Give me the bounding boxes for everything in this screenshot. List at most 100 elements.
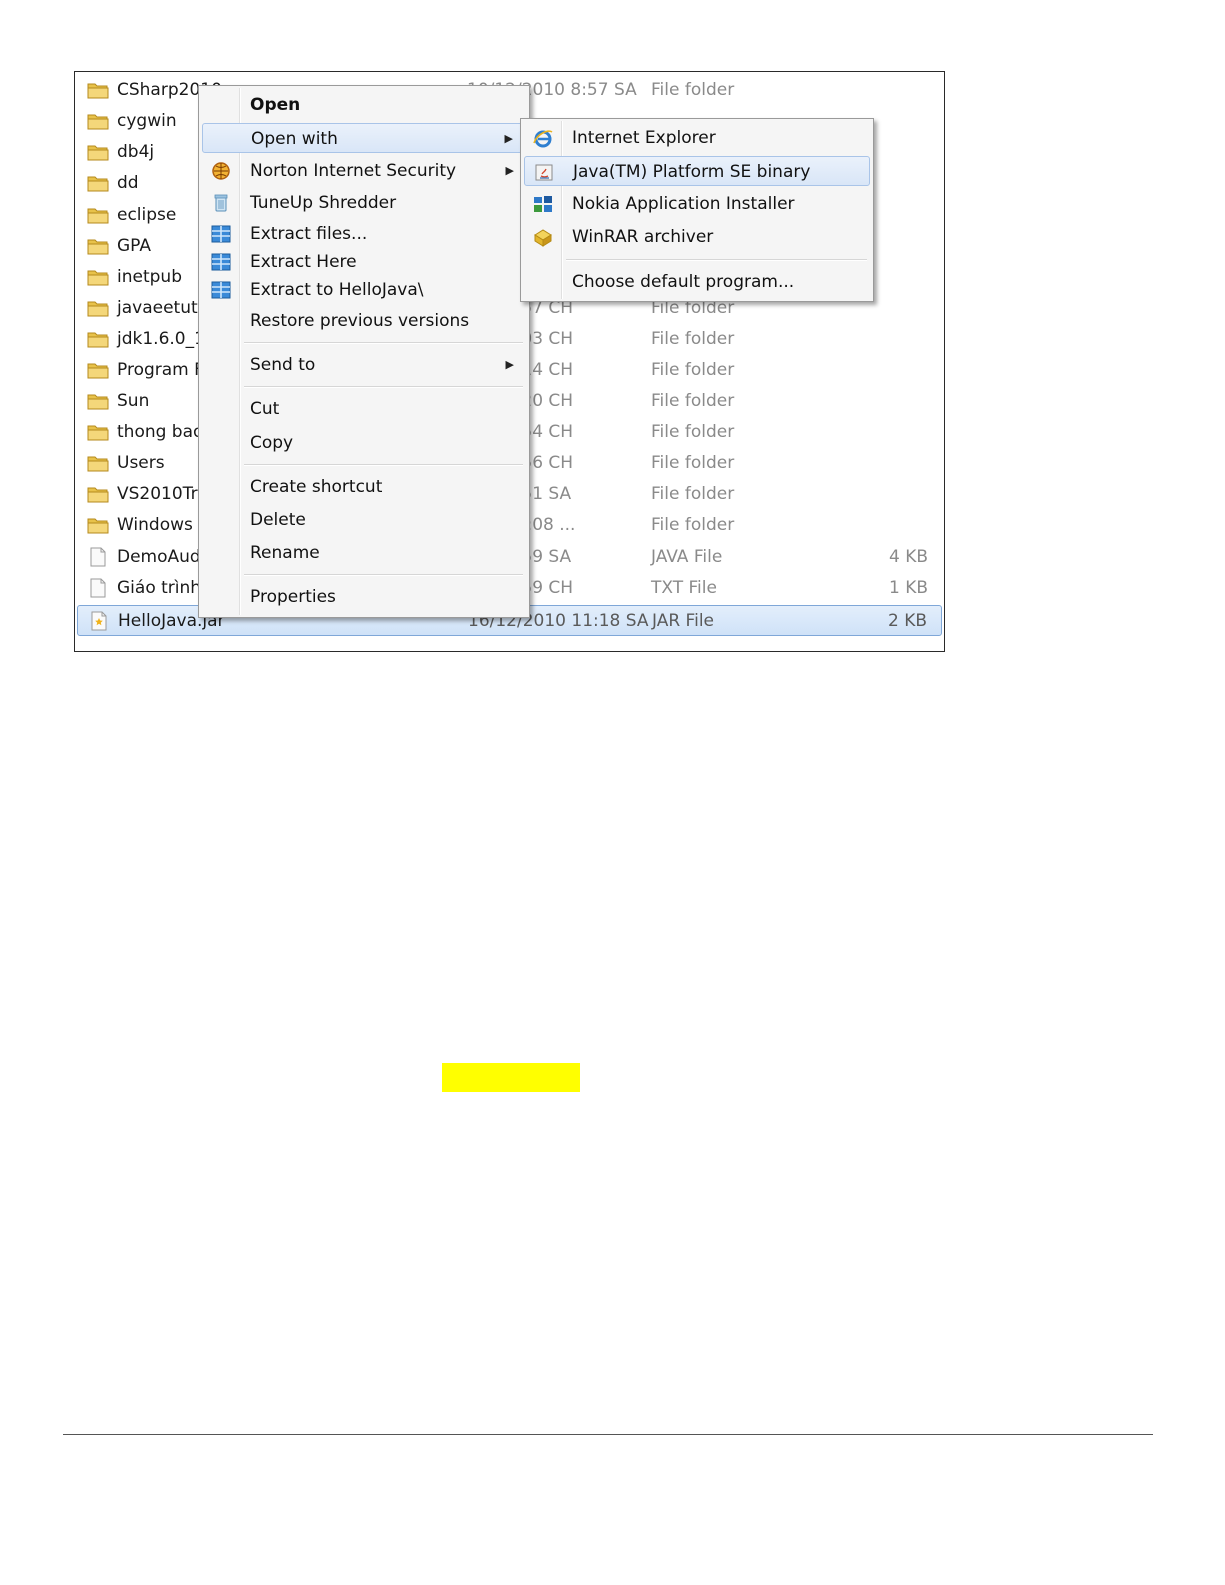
file-type: File folder	[651, 453, 735, 473]
submenu-item-winrar[interactable]: WinRAR archiver	[524, 222, 870, 252]
highlight-mark	[442, 1063, 580, 1092]
menu-item-label: Choose default program...	[572, 272, 795, 292]
file-size: 2 KB	[887, 611, 927, 631]
menu-item-create-shortcut[interactable]: Create shortcut	[202, 472, 526, 502]
menu-item-label: Java(TM) Platform SE binary	[573, 162, 811, 182]
file-type: File folder	[651, 329, 735, 349]
folder-icon	[87, 142, 109, 162]
menu-item-label: Open	[250, 95, 301, 115]
menu-item-label: Delete	[250, 510, 306, 530]
menu-item-label: WinRAR archiver	[572, 227, 714, 247]
file-name: javaeetuto	[117, 298, 209, 318]
winrar-icon	[532, 227, 554, 247]
file-name: dd	[117, 173, 139, 193]
menu-item-label: Cut	[250, 399, 280, 419]
folder-icon	[87, 484, 109, 504]
folder-icon	[87, 236, 109, 256]
menu-item-extract-to[interactable]: Extract to HelloJava\	[202, 275, 526, 305]
submenu-arrow-icon: ▶	[505, 164, 514, 177]
menu-item-restore-previous-versions[interactable]: Restore previous versions	[202, 306, 526, 336]
file-name: Sun	[117, 391, 150, 411]
submenu-item-nokia-installer[interactable]: Nokia Application Installer	[524, 189, 870, 219]
menu-item-label: Norton Internet Security	[250, 161, 457, 181]
file-type: TXT File	[651, 578, 717, 598]
menu-item-label: Restore previous versions	[250, 311, 470, 331]
file-name: cygwin	[117, 111, 177, 131]
submenu-item-java-platform[interactable]: Java(TM) Platform SE binary	[524, 156, 870, 186]
footer-rule	[63, 1434, 1153, 1435]
menu-item-open[interactable]: Open	[202, 90, 526, 120]
folder-icon	[87, 360, 109, 380]
file-type: File folder	[651, 80, 735, 100]
file-name: DemoAudi	[117, 547, 206, 567]
menu-separator	[244, 464, 523, 466]
archive-icon	[210, 252, 232, 272]
file-name: db4j	[117, 142, 155, 162]
menu-separator	[566, 259, 867, 261]
folder-icon	[87, 453, 109, 473]
folder-icon	[87, 205, 109, 225]
menu-separator	[244, 342, 523, 344]
file-name: inetpub	[117, 267, 182, 287]
explorer-screenshot: CSharp2010 10/12/2010 8:57 SA File folder …	[74, 71, 945, 652]
java-icon	[533, 162, 555, 182]
norton-icon	[210, 161, 232, 181]
menu-item-label: Nokia Application Installer	[572, 194, 795, 214]
open-with-submenu: Internet Explorer Java(TM) Platform SE b…	[520, 118, 874, 302]
menu-item-extract-here[interactable]: Extract Here	[202, 247, 526, 277]
menu-item-label: Create shortcut	[250, 477, 383, 497]
menu-item-delete[interactable]: Delete	[202, 505, 526, 535]
file-name: Giáo trình	[117, 578, 202, 598]
file-type: File folder	[651, 391, 735, 411]
file-type: File folder	[651, 360, 735, 380]
shredder-icon	[210, 193, 232, 213]
folder-icon	[87, 173, 109, 193]
menu-item-label: Extract files...	[250, 224, 368, 244]
submenu-item-choose-default-program[interactable]: Choose default program...	[524, 267, 870, 297]
menu-separator	[244, 386, 523, 388]
menu-item-label: Extract to HelloJava\	[250, 280, 424, 300]
menu-item-label: Rename	[250, 543, 320, 563]
folder-icon	[87, 298, 109, 318]
menu-item-label: Properties	[250, 587, 336, 607]
folder-icon	[87, 267, 109, 287]
submenu-arrow-icon: ▶	[505, 358, 514, 371]
menu-item-copy[interactable]: Copy	[202, 428, 526, 458]
nokia-installer-icon	[532, 194, 554, 214]
menu-item-label: Internet Explorer	[572, 128, 716, 148]
submenu-item-internet-explorer[interactable]: Internet Explorer	[524, 123, 870, 153]
menu-item-label: Extract Here	[250, 252, 357, 272]
menu-item-open-with[interactable]: Open with ▶	[202, 123, 526, 153]
file-name: eclipse	[117, 205, 177, 225]
file-size: 1 KB	[888, 578, 928, 598]
file-icon	[87, 578, 109, 598]
menu-item-cut[interactable]: Cut	[202, 394, 526, 424]
file-name: thong bao	[117, 422, 204, 442]
menu-item-label: TuneUp Shredder	[250, 193, 397, 213]
menu-item-label: Open with	[251, 129, 338, 149]
folder-icon	[87, 80, 109, 100]
file-name: Windows	[117, 515, 193, 535]
folder-icon	[87, 422, 109, 442]
archive-icon	[210, 224, 232, 244]
file-type: JAVA File	[651, 547, 723, 567]
menu-item-rename[interactable]: Rename	[202, 538, 526, 568]
menu-item-extract-files[interactable]: Extract files...	[202, 219, 526, 249]
folder-icon	[87, 515, 109, 535]
file-type: File folder	[651, 484, 735, 504]
menu-item-properties[interactable]: Properties	[202, 582, 526, 612]
menu-item-send-to[interactable]: Send to ▶	[202, 350, 526, 380]
file-name: Program F	[117, 360, 204, 380]
folder-icon	[87, 391, 109, 411]
menu-item-tuneup-shredder[interactable]: TuneUp Shredder	[202, 188, 526, 218]
file-type: File folder	[651, 515, 735, 535]
file-type: JAR File	[652, 611, 715, 631]
file-size: 4 KB	[888, 547, 928, 567]
menu-separator	[244, 574, 523, 576]
submenu-arrow-icon: ▶	[504, 132, 513, 145]
file-type: File folder	[651, 422, 735, 442]
context-menu: Open Open with ▶ Norton Internet Security…	[198, 85, 530, 618]
menu-item-norton[interactable]: Norton Internet Security ▶	[202, 156, 526, 186]
jar-file-icon	[88, 611, 110, 631]
menu-item-label: Copy	[250, 433, 294, 453]
